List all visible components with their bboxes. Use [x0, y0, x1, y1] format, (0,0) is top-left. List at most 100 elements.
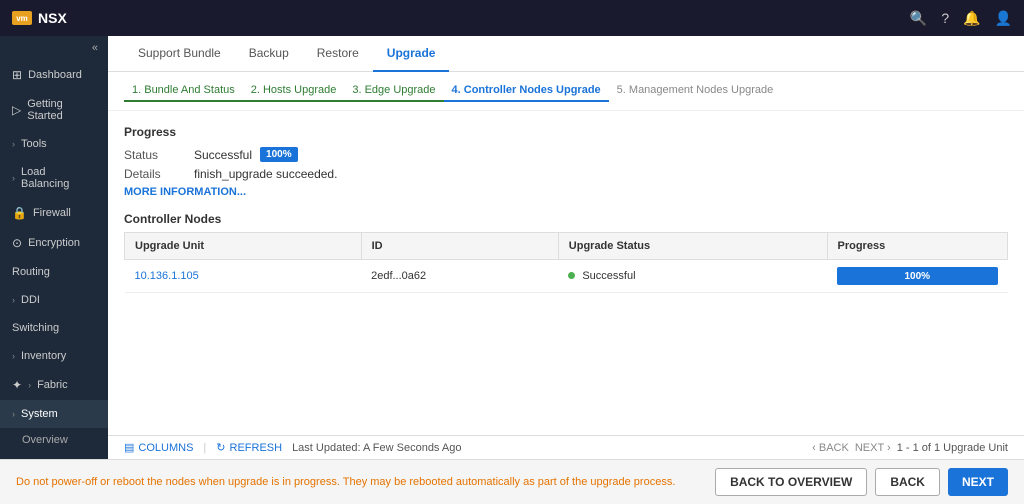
progress-section-title: Progress — [124, 125, 1008, 139]
progress-section: Progress Status Successful 100% Details … — [124, 125, 1008, 198]
controller-nodes-section: Controller Nodes Upgrade Unit ID Upgrade… — [124, 212, 1008, 293]
footer-warning: Do not power-off or reboot the nodes whe… — [16, 476, 675, 488]
back-to-overview-button[interactable]: BACK TO OVERVIEW — [715, 468, 867, 496]
cell-status: Successful — [558, 260, 827, 293]
sidebar-item-encryption[interactable]: ⊙ Encryption — [0, 228, 108, 258]
expand-icon: › — [12, 139, 15, 149]
sidebar-item-label: Dashboard — [28, 69, 82, 81]
step-hosts-upgrade[interactable]: 2. Hosts Upgrade — [243, 80, 345, 102]
columns-icon: ▤ — [124, 441, 134, 454]
sidebar-item-inventory[interactable]: › Inventory — [0, 342, 108, 370]
encryption-icon: ⊙ — [12, 236, 22, 250]
app-title: NSX — [38, 10, 67, 26]
sidebar-item-switching[interactable]: Switching — [0, 314, 108, 342]
expand-icon: › — [12, 173, 15, 183]
topbar: vm NSX 🔍 ? 🔔 👤 — [0, 0, 1024, 36]
sidebar-item-dashboard[interactable]: ⊞ Dashboard — [0, 60, 108, 90]
expand-icon: › — [12, 409, 15, 419]
status-row: Status Successful 100% — [124, 147, 1008, 162]
step-edge-upgrade[interactable]: 3. Edge Upgrade — [344, 80, 443, 102]
tab-bar: Support Bundle Backup Restore Upgrade — [108, 36, 1024, 72]
sidebar-item-tools[interactable]: › Tools — [0, 130, 108, 158]
sidebar-sub-item-overview[interactable]: Overview — [0, 428, 108, 452]
progress-bar: 100% — [837, 267, 998, 285]
vm-icon: vm — [12, 11, 32, 25]
col-progress: Progress — [827, 233, 1008, 260]
back-button[interactable]: BACK — [875, 468, 940, 496]
search-icon[interactable]: 🔍 — [910, 10, 927, 27]
sidebar-sub-item-trust[interactable]: Trust — [0, 452, 108, 459]
status-label: Status — [124, 148, 194, 162]
expand-icon: › — [12, 351, 15, 361]
tab-support-bundle[interactable]: Support Bundle — [124, 36, 235, 72]
sidebar-item-load-balancing[interactable]: › Load Balancing — [0, 158, 108, 198]
columns-button[interactable]: ▤ COLUMNS — [124, 441, 193, 454]
expand-icon: › — [12, 295, 15, 305]
refresh-button[interactable]: ↻ REFRESH — [216, 441, 282, 454]
sidebar-item-firewall[interactable]: 🔒 Firewall — [0, 198, 108, 228]
sidebar-item-system[interactable]: › System — [0, 400, 108, 428]
sidebar: « ⊞ Dashboard ▷ Getting Started › Tools … — [0, 36, 108, 459]
warning-detail: when upgrade is in progress. They may be… — [196, 476, 676, 488]
step-bar: 1. Bundle And Status 2. Hosts Upgrade 3.… — [108, 72, 1024, 111]
pagination: ‹ BACK NEXT › 1 - 1 of 1 Upgrade Unit — [812, 442, 1008, 454]
pagination-next-btn[interactable]: NEXT › — [855, 442, 891, 454]
topbar-icons: 🔍 ? 🔔 👤 — [910, 10, 1012, 27]
step-bundle-status[interactable]: 1. Bundle And Status — [124, 80, 243, 102]
footer-buttons: BACK TO OVERVIEW BACK NEXT — [715, 468, 1008, 496]
sidebar-item-getting-started[interactable]: ▷ Getting Started — [0, 90, 108, 130]
sidebar-item-label: DDI — [21, 294, 40, 306]
cell-id: 2edf...0a62 — [361, 260, 558, 293]
cell-progress: 100% — [827, 260, 1008, 293]
status-text: Successful — [582, 270, 635, 282]
sidebar-item-fabric[interactable]: ✦ › Fabric — [0, 370, 108, 400]
footer: Do not power-off or reboot the nodes whe… — [0, 459, 1024, 504]
step-management-upgrade[interactable]: 5. Management Nodes Upgrade — [609, 80, 782, 102]
cell-upgrade-unit: 10.136.1.105 — [125, 260, 362, 293]
details-row: Details finish_upgrade succeeded. — [124, 167, 1008, 181]
upgrade-unit-link[interactable]: 10.136.1.105 — [135, 270, 199, 282]
dashboard-icon: ⊞ — [12, 68, 22, 82]
timestamp-label: Last Updated: A Few Seconds Ago — [292, 442, 461, 454]
step-controller-upgrade[interactable]: 4. Controller Nodes Upgrade — [444, 80, 609, 102]
sidebar-item-routing[interactable]: Routing — [0, 258, 108, 286]
col-upgrade-status: Upgrade Status — [558, 233, 827, 260]
more-info-link[interactable]: MORE INFORMATION... — [124, 186, 1008, 198]
sidebar-item-ddi[interactable]: › DDI — [0, 286, 108, 314]
logo: vm NSX — [12, 10, 67, 26]
sidebar-item-label: Encryption — [28, 237, 80, 249]
table-row: 10.136.1.105 2edf...0a62 Successful 100% — [125, 260, 1008, 293]
tab-backup[interactable]: Backup — [235, 36, 303, 72]
bell-icon[interactable]: 🔔 — [963, 10, 980, 27]
status-dot-icon — [568, 272, 575, 279]
sidebar-item-label: Tools — [21, 138, 47, 150]
sidebar-item-label: Routing — [12, 266, 50, 278]
getting-started-icon: ▷ — [12, 103, 21, 117]
controller-nodes-title: Controller Nodes — [124, 212, 1008, 226]
sidebar-item-label: Fabric — [37, 379, 68, 391]
tab-restore[interactable]: Restore — [303, 36, 373, 72]
user-icon[interactable]: 👤 — [995, 10, 1012, 27]
progress-badge: 100% — [260, 147, 298, 162]
warning-text: Do not power-off or reboot the nodes — [16, 476, 196, 488]
fabric-icon: ✦ — [12, 378, 22, 392]
sidebar-item-label: Inventory — [21, 350, 66, 362]
page-content: Progress Status Successful 100% Details … — [108, 111, 1024, 435]
refresh-icon: ↻ — [216, 441, 225, 454]
sidebar-item-label: Load Balancing — [21, 166, 96, 190]
sidebar-item-label: Getting Started — [27, 98, 96, 122]
firewall-icon: 🔒 — [12, 206, 27, 220]
sidebar-item-label: Switching — [12, 322, 59, 334]
col-id: ID — [361, 233, 558, 260]
details-value: finish_upgrade succeeded. — [194, 167, 337, 181]
pagination-count: 1 - 1 of 1 Upgrade Unit — [897, 442, 1008, 454]
col-upgrade-unit: Upgrade Unit — [125, 233, 362, 260]
sidebar-item-label: Firewall — [33, 207, 71, 219]
tab-upgrade[interactable]: Upgrade — [373, 36, 450, 72]
controller-nodes-table: Upgrade Unit ID Upgrade Status Progress … — [124, 232, 1008, 293]
table-header-row: Upgrade Unit ID Upgrade Status Progress — [125, 233, 1008, 260]
help-icon[interactable]: ? — [941, 10, 949, 26]
sidebar-collapse-btn[interactable]: « — [0, 36, 108, 60]
pagination-back-btn[interactable]: ‹ BACK — [812, 442, 849, 454]
next-button[interactable]: NEXT — [948, 468, 1008, 496]
